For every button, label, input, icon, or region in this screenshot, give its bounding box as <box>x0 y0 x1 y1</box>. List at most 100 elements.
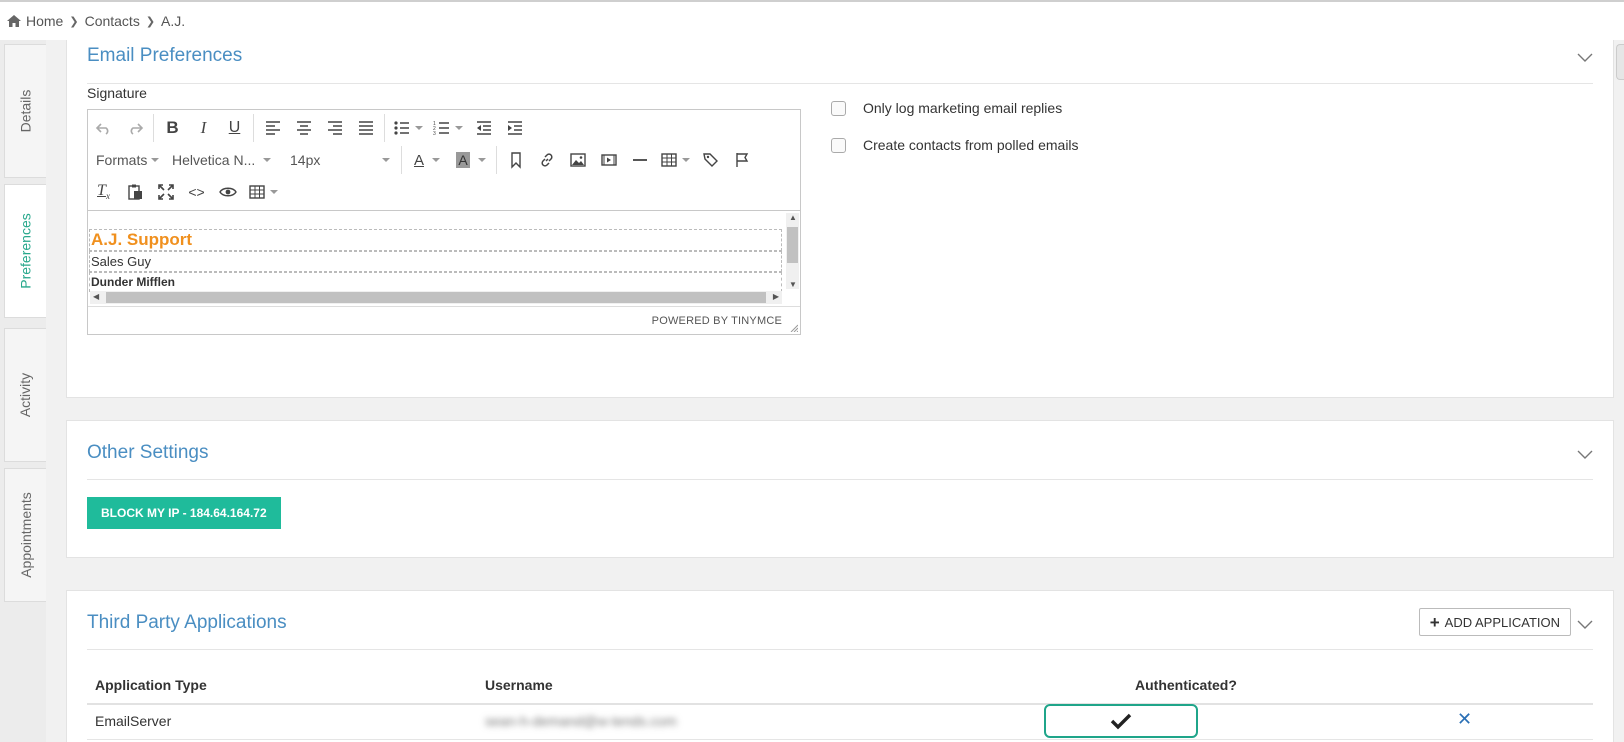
tab-preferences[interactable]: Preferences <box>4 184 46 318</box>
tab-appointments[interactable]: Appointments <box>4 468 46 602</box>
breadcrumb-home-link[interactable]: Home <box>26 13 63 29</box>
checkbox[interactable] <box>831 100 846 116</box>
chevron-right-icon: ❯ <box>145 15 156 28</box>
align-left-button[interactable] <box>257 114 288 142</box>
scrollbar-thumb[interactable] <box>106 292 766 303</box>
horizontal-scrollbar[interactable]: ◀ ▶ <box>90 291 782 304</box>
signature-line-title: Sales Guy <box>89 251 782 272</box>
scroll-left-arrow-icon[interactable]: ◀ <box>93 292 99 301</box>
align-center-button[interactable] <box>288 114 319 142</box>
link-icon <box>540 153 553 167</box>
redo-button[interactable] <box>119 114 150 142</box>
table-insert-button[interactable] <box>243 178 283 206</box>
background-color-icon: A <box>456 152 470 168</box>
table-header-divider <box>87 703 1593 705</box>
divider <box>87 479 1593 480</box>
align-justify-icon <box>358 121 373 135</box>
home-icon[interactable] <box>6 14 22 28</box>
tags-button[interactable] <box>695 146 726 174</box>
align-right-button[interactable] <box>319 114 350 142</box>
column-header-authenticated: Authenticated? <box>1135 677 1237 693</box>
formats-dropdown[interactable]: Formats <box>88 146 164 174</box>
toolbar-separator <box>253 114 254 142</box>
table-icon <box>661 153 677 167</box>
resize-handle-icon[interactable] <box>790 324 798 332</box>
bold-button[interactable]: B <box>157 114 188 142</box>
text-color-icon: A <box>413 151 424 169</box>
tab-activity[interactable]: Activity <box>4 328 46 462</box>
media-icon <box>600 154 617 166</box>
option-log-marketing-replies[interactable]: Only log marketing email replies <box>831 100 1062 116</box>
italic-button[interactable]: I <box>188 114 219 142</box>
powered-by-text[interactable]: POWERED BY TINYMCE <box>652 315 782 327</box>
add-application-label: ADD APPLICATION <box>1444 614 1560 630</box>
paste-icon <box>127 184 142 200</box>
add-application-button[interactable]: + ADD APPLICATION <box>1418 608 1571 636</box>
column-header-application-type: Application Type <box>95 677 207 693</box>
signature-label: Signature <box>87 85 147 101</box>
table-button[interactable] <box>655 146 695 174</box>
flag-button[interactable] <box>726 146 757 174</box>
editor-content-area[interactable]: A.J. Support Sales Guy Dunder Mifflen ▲ … <box>88 210 800 306</box>
signature-line-name: A.J. Support <box>89 229 782 251</box>
underline-button[interactable]: U <box>219 114 250 142</box>
undo-button[interactable] <box>88 114 119 142</box>
scroll-down-arrow-icon[interactable]: ▼ <box>789 280 797 289</box>
close-icon[interactable]: ✕ <box>1457 709 1472 730</box>
scroll-up-arrow-icon[interactable]: ▲ <box>789 213 797 222</box>
text-color-button[interactable]: A <box>405 146 449 174</box>
scrollbar-thumb[interactable] <box>787 227 798 263</box>
fullscreen-button[interactable] <box>150 178 181 206</box>
clear-formatting-button[interactable]: Tx <box>88 178 119 206</box>
indent-button[interactable] <box>499 114 530 142</box>
align-left-icon <box>265 121 280 135</box>
checkbox[interactable] <box>831 137 846 153</box>
page-scrollbar[interactable] <box>1616 44 1624 80</box>
breadcrumb-contacts-link[interactable]: Contacts <box>85 13 140 29</box>
media-button[interactable] <box>593 146 624 174</box>
font-size-dropdown[interactable]: 14px <box>282 146 398 174</box>
tab-details[interactable]: Details <box>4 44 46 178</box>
font-family-dropdown[interactable]: Helvetica N... <box>164 146 282 174</box>
background-color-button[interactable]: A <box>449 146 493 174</box>
align-justify-button[interactable] <box>350 114 381 142</box>
row-divider <box>87 739 1593 740</box>
image-icon <box>569 153 586 167</box>
source-code-button[interactable]: <> <box>181 178 212 206</box>
bullet-list-button[interactable] <box>388 114 428 142</box>
font-label: Helvetica N... <box>172 152 256 168</box>
chevron-down-icon[interactable] <box>1577 620 1593 630</box>
signature-editor: B I U 123 Formats Helvetica N... 14px A … <box>87 109 801 335</box>
source-code-icon: <> <box>188 184 205 200</box>
formats-label: Formats <box>96 152 148 168</box>
block-my-ip-button[interactable]: BLOCK MY IP - 184.64.164.72 <box>87 497 281 529</box>
outdent-button[interactable] <box>468 114 499 142</box>
other-settings-panel: Other Settings BLOCK MY IP - 184.64.164.… <box>66 420 1614 558</box>
editor-toolbar-row-3: Tx <> <box>88 176 283 208</box>
bookmark-button[interactable] <box>500 146 531 174</box>
table-icon <box>249 185 265 199</box>
horizontal-rule-button[interactable] <box>624 146 655 174</box>
divider <box>87 83 1593 84</box>
align-right-icon <box>327 121 342 135</box>
breadcrumb-current: A.J. <box>161 13 186 29</box>
cell-authenticated <box>1044 704 1198 738</box>
preview-button[interactable] <box>212 178 243 206</box>
option-label: Only log marketing email replies <box>863 100 1063 116</box>
link-button[interactable] <box>531 146 562 174</box>
cell-application-type: EmailServer <box>95 713 172 729</box>
toolbar-separator <box>153 114 154 142</box>
option-create-contacts-polled[interactable]: Create contacts from polled emails <box>831 137 1079 153</box>
vertical-scrollbar[interactable]: ▲ ▼ <box>786 213 799 289</box>
image-button[interactable] <box>562 146 593 174</box>
column-header-username: Username <box>485 677 553 693</box>
cell-username: sean-h-demand@w-tends.com <box>485 713 677 729</box>
scroll-right-arrow-icon[interactable]: ▶ <box>773 292 779 301</box>
bookmark-icon <box>510 152 521 169</box>
chevron-down-icon[interactable] <box>1577 53 1593 63</box>
paste-text-button[interactable] <box>119 178 150 206</box>
numbered-list-button[interactable]: 123 <box>428 114 468 142</box>
toolbar-separator <box>496 146 497 174</box>
chevron-down-icon[interactable] <box>1577 450 1593 460</box>
clear-formatting-icon: Tx <box>97 182 110 202</box>
